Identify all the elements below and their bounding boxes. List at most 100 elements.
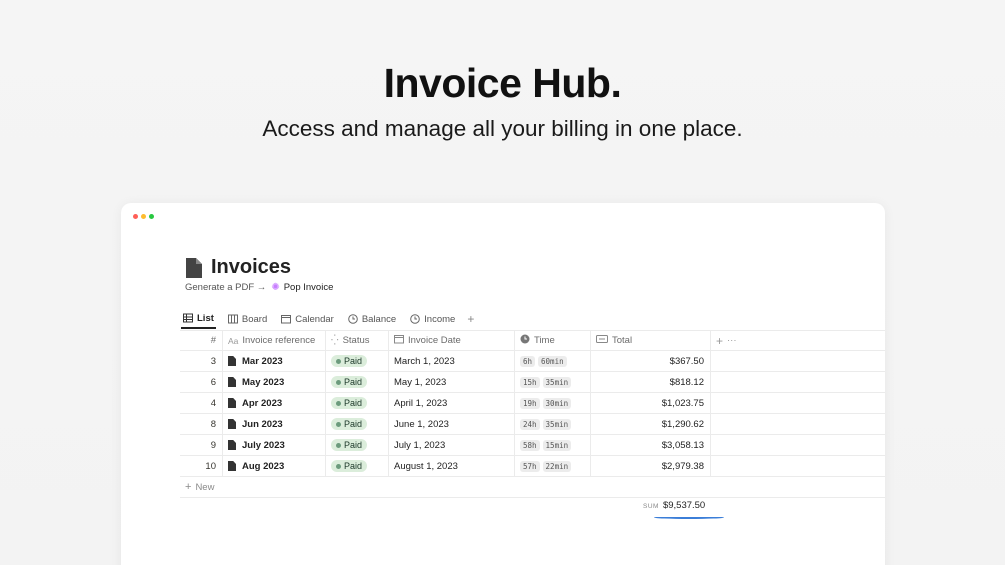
maximize-dot[interactable] bbox=[149, 214, 154, 219]
header-label: Invoice reference bbox=[242, 335, 316, 346]
flower-icon: ✺ bbox=[271, 282, 280, 293]
minutes-chip: 22min bbox=[542, 460, 572, 472]
plus-icon: + bbox=[185, 481, 192, 493]
tab-label: Balance bbox=[361, 313, 397, 325]
row-number: 10 bbox=[180, 456, 223, 476]
total-cell[interactable]: $2,979.38 bbox=[591, 456, 711, 476]
more-options-icon[interactable]: ··· bbox=[727, 335, 737, 346]
status-cell[interactable]: Paid bbox=[326, 372, 389, 392]
tab-list[interactable]: List bbox=[181, 309, 216, 329]
formula-icon bbox=[596, 335, 608, 346]
total-cell[interactable]: $3,058.13 bbox=[591, 435, 711, 455]
hours-chip: 15h bbox=[520, 376, 540, 388]
page-header: Invoices bbox=[185, 256, 291, 279]
invoice-reference-cell[interactable]: Apr 2023 bbox=[223, 393, 326, 413]
invoice-date[interactable]: May 1, 2023 bbox=[389, 372, 515, 392]
total-cell[interactable]: $818.12 bbox=[591, 372, 711, 392]
table-row[interactable]: 9 July 2023 Paid July 1, 2023 58h 15min … bbox=[180, 435, 885, 456]
time-cell[interactable]: 15h 35min bbox=[515, 372, 591, 392]
tab-label: Income bbox=[424, 313, 456, 325]
tab-income[interactable]: Income bbox=[408, 309, 457, 329]
time-cell[interactable]: 58h 15min bbox=[515, 435, 591, 455]
status-cell[interactable]: Paid bbox=[326, 351, 389, 371]
close-dot[interactable] bbox=[133, 214, 138, 219]
header-invoice-date[interactable]: Invoice Date bbox=[389, 331, 515, 350]
status-badge: Paid bbox=[331, 418, 368, 430]
header-label: Time bbox=[534, 335, 555, 346]
tab-board[interactable]: Board bbox=[226, 309, 269, 329]
tab-calendar[interactable]: Calendar bbox=[279, 309, 336, 329]
invoice-reference-cell[interactable]: May 2023 bbox=[223, 372, 326, 392]
file-icon bbox=[228, 461, 236, 471]
calendar-icon bbox=[394, 334, 404, 347]
invoice-date[interactable]: June 1, 2023 bbox=[389, 414, 515, 434]
new-label: New bbox=[195, 481, 215, 493]
status-label: Paid bbox=[344, 461, 363, 471]
empty-cell bbox=[711, 414, 885, 434]
time-cell[interactable]: 24h 35min bbox=[515, 414, 591, 434]
total-cell[interactable]: $1,023.75 bbox=[591, 393, 711, 413]
invoice-date[interactable]: July 1, 2023 bbox=[389, 435, 515, 455]
header-total[interactable]: Total bbox=[591, 331, 711, 350]
row-number: 9 bbox=[180, 435, 223, 455]
minutes-chip: 35min bbox=[542, 376, 572, 388]
empty-cell bbox=[711, 435, 885, 455]
status-badge: Paid bbox=[331, 397, 368, 409]
status-cell[interactable]: Paid bbox=[326, 456, 389, 476]
clock-icon bbox=[410, 314, 420, 324]
invoice-reference: Apr 2023 bbox=[242, 397, 283, 409]
invoice-date[interactable]: April 1, 2023 bbox=[389, 393, 515, 413]
empty-cell bbox=[711, 351, 885, 371]
pop-invoice-link[interactable]: ✺ Pop Invoice bbox=[271, 282, 333, 293]
generate-pdf-label: Generate a PDF → bbox=[185, 282, 267, 293]
total-cell[interactable]: $1,290.62 bbox=[591, 414, 711, 434]
file-icon bbox=[228, 377, 236, 387]
add-column-icon[interactable]: + bbox=[716, 334, 723, 348]
time-cell[interactable]: 57h 22min bbox=[515, 456, 591, 476]
table-row[interactable]: 8 Jun 2023 Paid June 1, 2023 24h 35min $… bbox=[180, 414, 885, 435]
table-row[interactable]: 10 Aug 2023 Paid August 1, 2023 57h 22mi… bbox=[180, 456, 885, 477]
status-cell[interactable]: Paid bbox=[326, 393, 389, 413]
status-cell[interactable]: Paid bbox=[326, 435, 389, 455]
status-badge: Paid bbox=[331, 460, 368, 472]
invoice-reference-cell[interactable]: July 2023 bbox=[223, 435, 326, 455]
minimize-dot[interactable] bbox=[141, 214, 146, 219]
hours-chip: 57h bbox=[520, 460, 540, 472]
invoice-reference-cell[interactable]: Aug 2023 bbox=[223, 456, 326, 476]
empty-cell bbox=[711, 456, 885, 476]
time-cell[interactable]: 6h 60min bbox=[515, 351, 591, 371]
header-label: Invoice Date bbox=[408, 335, 461, 346]
invoice-date[interactable]: March 1, 2023 bbox=[389, 351, 515, 371]
time-cell[interactable]: 19h 30min bbox=[515, 393, 591, 413]
status-dot bbox=[336, 442, 341, 448]
minutes-chip: 15min bbox=[542, 439, 572, 451]
invoice-date[interactable]: August 1, 2023 bbox=[389, 456, 515, 476]
total-cell[interactable]: $367.50 bbox=[591, 351, 711, 371]
tab-label: Calendar bbox=[295, 313, 334, 325]
table-row[interactable]: 3 Mar 2023 Paid March 1, 2023 6h 60min $… bbox=[180, 351, 885, 372]
header-extra: + ··· bbox=[711, 331, 885, 350]
file-icon bbox=[228, 398, 236, 408]
status-badge: Paid bbox=[331, 355, 368, 367]
sum-underline bbox=[654, 516, 724, 519]
tab-label: Board bbox=[241, 313, 268, 325]
view-tabs: List Board Calendar Balance Income + bbox=[181, 309, 474, 329]
invoice-reference-cell[interactable]: Mar 2023 bbox=[223, 351, 326, 371]
header-number[interactable]: # bbox=[180, 331, 223, 350]
header-invoice-reference[interactable]: Aa Invoice reference bbox=[223, 331, 326, 350]
row-number: 3 bbox=[180, 351, 223, 371]
sum-footer[interactable]: SUM $9,537.50 bbox=[643, 500, 705, 511]
add-view-icon[interactable]: + bbox=[467, 312, 474, 326]
table-row[interactable]: 4 Apr 2023 Paid April 1, 2023 19h 30min … bbox=[180, 393, 885, 414]
header-status[interactable]: ⁛ Status bbox=[326, 331, 389, 350]
invoice-reference-cell[interactable]: Jun 2023 bbox=[223, 414, 326, 434]
file-icon bbox=[228, 419, 236, 429]
status-cell[interactable]: Paid bbox=[326, 414, 389, 434]
header-time[interactable]: Time bbox=[515, 331, 591, 350]
sum-label: SUM bbox=[643, 503, 659, 510]
hero-title: Invoice Hub. bbox=[383, 60, 622, 106]
table-row[interactable]: 6 May 2023 Paid May 1, 2023 15h 35min $8… bbox=[180, 372, 885, 393]
new-row-button[interactable]: + New bbox=[180, 477, 885, 498]
tab-balance[interactable]: Balance bbox=[346, 309, 398, 329]
status-badge: Paid bbox=[331, 376, 368, 388]
